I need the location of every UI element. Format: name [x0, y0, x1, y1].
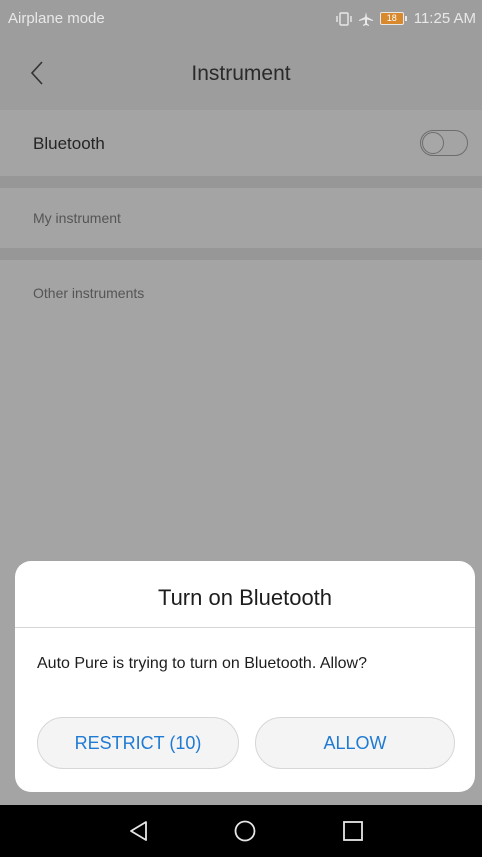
clock: 11:25 AM	[413, 10, 476, 27]
home-circle-icon[interactable]	[233, 819, 257, 843]
bluetooth-toggle[interactable]	[420, 130, 468, 156]
bluetooth-row[interactable]: Bluetooth	[0, 110, 482, 176]
dialog-message: Auto Pure is trying to turn on Bluetooth…	[37, 655, 367, 672]
bluetooth-permission-dialog: Turn on Bluetooth Auto Pure is trying to…	[15, 561, 475, 792]
status-bar: Airplane mode 18 11:25 AM	[0, 0, 482, 38]
my-instrument-section: My instrument	[0, 188, 482, 248]
status-icons: 18 11:25 AM	[336, 10, 476, 27]
recents-square-icon[interactable]	[342, 820, 364, 842]
navigation-bar	[0, 805, 482, 857]
vibrate-icon	[336, 11, 352, 26]
page-title: Instrument	[191, 62, 291, 85]
my-instrument-label: My instrument	[33, 210, 121, 226]
app-header: Instrument	[0, 38, 482, 110]
other-instruments-label: Other instruments	[33, 285, 145, 301]
airplane-icon	[358, 11, 373, 26]
section-divider	[0, 248, 482, 260]
dialog-title: Turn on Bluetooth	[157, 585, 333, 610]
toggle-knob	[422, 132, 444, 154]
bluetooth-label: Bluetooth	[33, 134, 105, 153]
back-triangle-icon[interactable]	[127, 819, 151, 843]
status-text: Airplane mode	[8, 10, 105, 27]
allow-button[interactable]: ALLOW	[255, 717, 455, 769]
dialog-divider	[15, 627, 475, 628]
section-divider	[0, 176, 482, 188]
restrict-button[interactable]: RESTRICT (10)	[37, 717, 239, 769]
battery-icon: 18	[379, 12, 407, 25]
